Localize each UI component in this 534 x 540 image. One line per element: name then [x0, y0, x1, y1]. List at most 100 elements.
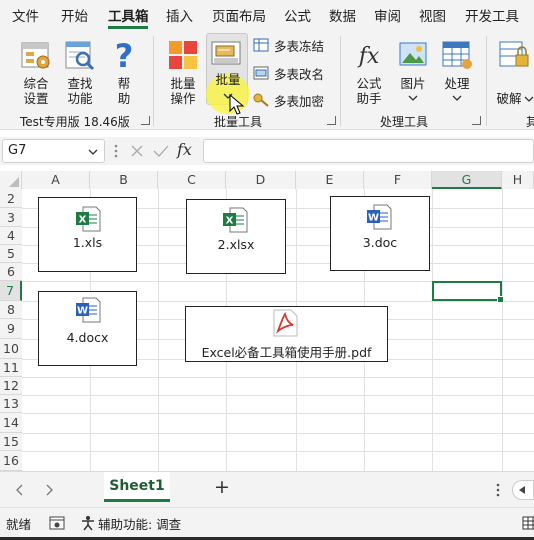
column-header-c[interactable]: C [158, 171, 226, 189]
svg-text:fx: fx [357, 44, 380, 69]
row-header[interactable]: 14 [0, 413, 22, 433]
confirm-check-icon[interactable] [153, 144, 169, 158]
excel-file-icon: X [223, 207, 248, 233]
multi-sheet-freeze-button[interactable]: 多表冻结 [253, 36, 333, 54]
column-header-h[interactable]: H [502, 171, 534, 189]
group-label-process: 处理工具 [380, 115, 429, 129]
selected-cell-g7[interactable] [432, 281, 504, 303]
word-file-icon: W [367, 204, 392, 230]
active-tab-indicator [108, 26, 148, 29]
crack-button[interactable]: 破解 [494, 34, 534, 106]
file-name-label: 2.xlsx [217, 237, 255, 252]
row-header[interactable]: 15 [0, 433, 22, 451]
embedded-file-3-doc[interactable]: W 3.doc [330, 196, 430, 271]
column-header-f[interactable]: F [364, 171, 432, 189]
column-header-d[interactable]: D [226, 171, 296, 189]
group-label-batch: 批量工具 [214, 115, 263, 129]
chevron-down-icon [524, 96, 534, 102]
row-header[interactable]: 6 [0, 263, 22, 281]
process-button[interactable]: 处理 [437, 34, 477, 104]
add-sheet-button[interactable]: + [214, 476, 230, 498]
embedded-file-4-docx[interactable]: W 4.docx [38, 291, 137, 366]
batch-op-label-1: 批量 [170, 76, 196, 91]
row-header-selected[interactable]: 7 [0, 281, 22, 301]
row-header[interactable]: 9 [0, 319, 22, 339]
embedded-file-1-xls[interactable]: X 1.xls [38, 197, 137, 272]
select-all-corner[interactable] [0, 171, 22, 189]
encrypt-label: 多表加密 [274, 94, 325, 109]
name-box-value: G7 [8, 143, 27, 158]
chevron-left-icon[interactable] [15, 484, 25, 496]
tab-formulas[interactable]: 公式 [284, 5, 311, 25]
tab-view[interactable]: 视图 [419, 5, 446, 25]
row-header[interactable]: 3 [0, 208, 22, 227]
column-header-a[interactable]: A [22, 171, 90, 189]
tab-file[interactable]: 文件 [12, 5, 39, 25]
accessibility-icon[interactable] [80, 515, 96, 531]
row-header[interactable]: 16 [0, 451, 22, 471]
word-file-icon: W [76, 297, 101, 323]
group-launcher-icon[interactable] [327, 116, 336, 125]
formula-bar: G7 fx [0, 137, 534, 165]
column-header-e[interactable]: E [296, 171, 364, 189]
group-separator [486, 36, 487, 126]
row-header[interactable]: 10 [0, 339, 22, 359]
normal-view-icon[interactable] [522, 516, 534, 530]
chevron-down-icon[interactable] [88, 148, 98, 156]
image-button[interactable]: 图片 [393, 34, 433, 104]
row-header[interactable]: 2 [0, 189, 22, 208]
ribbon: 综合 设置 查找 功能 ? 帮 助 Test专用版 18.46版 批量 操作 批… [0, 30, 534, 130]
cancel-x-icon[interactable] [130, 144, 144, 158]
freeze-label: 多表冻结 [274, 39, 325, 54]
tab-review[interactable]: 审阅 [374, 5, 401, 25]
file-name-label: 3.doc [362, 235, 398, 250]
formula-helper-button[interactable]: fx 公式 助手 [349, 34, 389, 106]
tab-home[interactable]: 开始 [61, 5, 88, 25]
row-header[interactable]: 8 [0, 301, 22, 319]
column-header-g[interactable]: G [432, 171, 502, 189]
more-options-icon[interactable] [113, 143, 119, 159]
tab-page-layout[interactable]: 页面布局 [212, 5, 266, 25]
batch-op-label-2: 操作 [170, 91, 196, 106]
accessibility-status[interactable]: 辅助功能: 调查 [98, 514, 181, 533]
tab-data[interactable]: 数据 [329, 5, 356, 25]
group-launcher-icon[interactable] [472, 116, 481, 125]
svg-text:X: X [226, 216, 234, 227]
row-header[interactable]: 12 [0, 377, 22, 395]
multi-sheet-encrypt-button[interactable]: 多表加密 [253, 91, 333, 109]
horizontal-scrollbar[interactable] [512, 480, 534, 500]
chevron-down-icon [452, 95, 462, 101]
row-header[interactable]: 11 [0, 359, 22, 377]
chevron-down-icon [408, 95, 418, 101]
row-header[interactable]: 5 [0, 245, 22, 263]
embedded-file-2-xlsx[interactable]: X 2.xlsx [186, 199, 286, 274]
column-header-b[interactable]: B [90, 171, 158, 189]
batch-operation-button[interactable]: 批量 操作 [163, 34, 203, 106]
insert-function-icon[interactable]: fx [177, 140, 192, 159]
macro-record-icon[interactable] [49, 516, 65, 530]
lookup-icon [65, 41, 95, 71]
tab-insert[interactable]: 插入 [166, 5, 193, 25]
formula-label-1: 公式 [356, 76, 382, 91]
rename-sheet-icon [253, 66, 269, 80]
help-button[interactable]: ? 帮 助 [104, 34, 144, 106]
help-question-icon: ? [115, 38, 134, 72]
lookup-button[interactable]: 查找 功能 [58, 34, 102, 106]
batch-operation-icon [169, 41, 197, 69]
settings-button[interactable]: 综合 设置 [14, 34, 58, 106]
group-launcher-icon[interactable] [141, 116, 150, 125]
more-options-icon[interactable] [495, 482, 501, 498]
name-box[interactable]: G7 [2, 139, 105, 163]
formula-input[interactable] [203, 139, 534, 163]
chevron-right-icon[interactable] [44, 484, 54, 496]
row-header[interactable]: 13 [0, 395, 22, 413]
settings-icon [21, 42, 50, 69]
svg-text:?: ? [115, 38, 134, 72]
tab-developer[interactable]: 开发工具 [465, 5, 519, 25]
row-header[interactable]: 4 [0, 227, 22, 245]
fx-icon: fx [357, 44, 380, 69]
tab-toolbox[interactable]: 工具箱 [108, 5, 149, 25]
multi-sheet-rename-button[interactable]: 多表改名 [253, 64, 333, 82]
embedded-file-pdf[interactable]: Excel必备工具箱使用手册.pdf [185, 306, 388, 362]
sheet-tab-sheet1[interactable]: Sheet1 [104, 472, 170, 502]
